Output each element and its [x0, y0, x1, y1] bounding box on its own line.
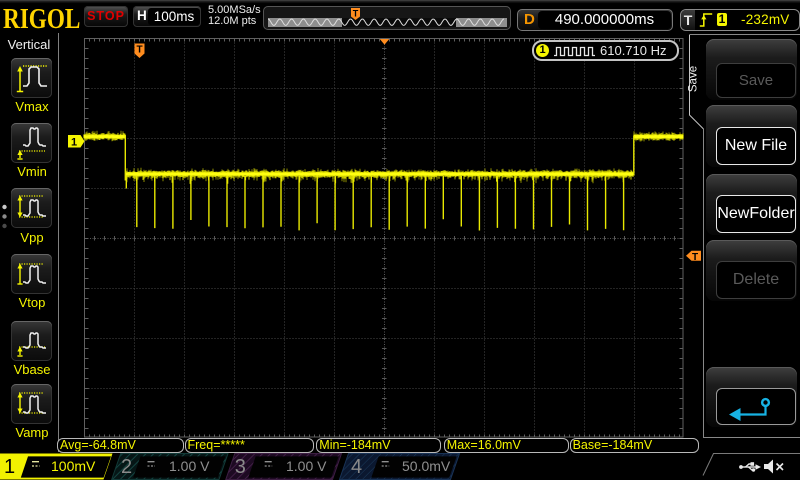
svg-text:2: 2 — [121, 456, 132, 478]
svg-text:1.00 V: 1.00 V — [169, 458, 210, 474]
svg-text:4: 4 — [351, 456, 362, 478]
svg-text:100mV: 100mV — [51, 458, 96, 474]
svg-text:50.0mV: 50.0mV — [402, 458, 451, 474]
svg-text:Save: Save — [688, 66, 700, 92]
svg-text:1.00 V: 1.00 V — [286, 458, 327, 474]
svg-text:T: T — [692, 252, 698, 263]
svg-text:1: 1 — [4, 456, 15, 478]
svg-text:1: 1 — [71, 136, 77, 148]
svg-text:3: 3 — [235, 456, 246, 478]
svg-text:T: T — [353, 9, 359, 19]
svg-text:T: T — [136, 45, 142, 56]
